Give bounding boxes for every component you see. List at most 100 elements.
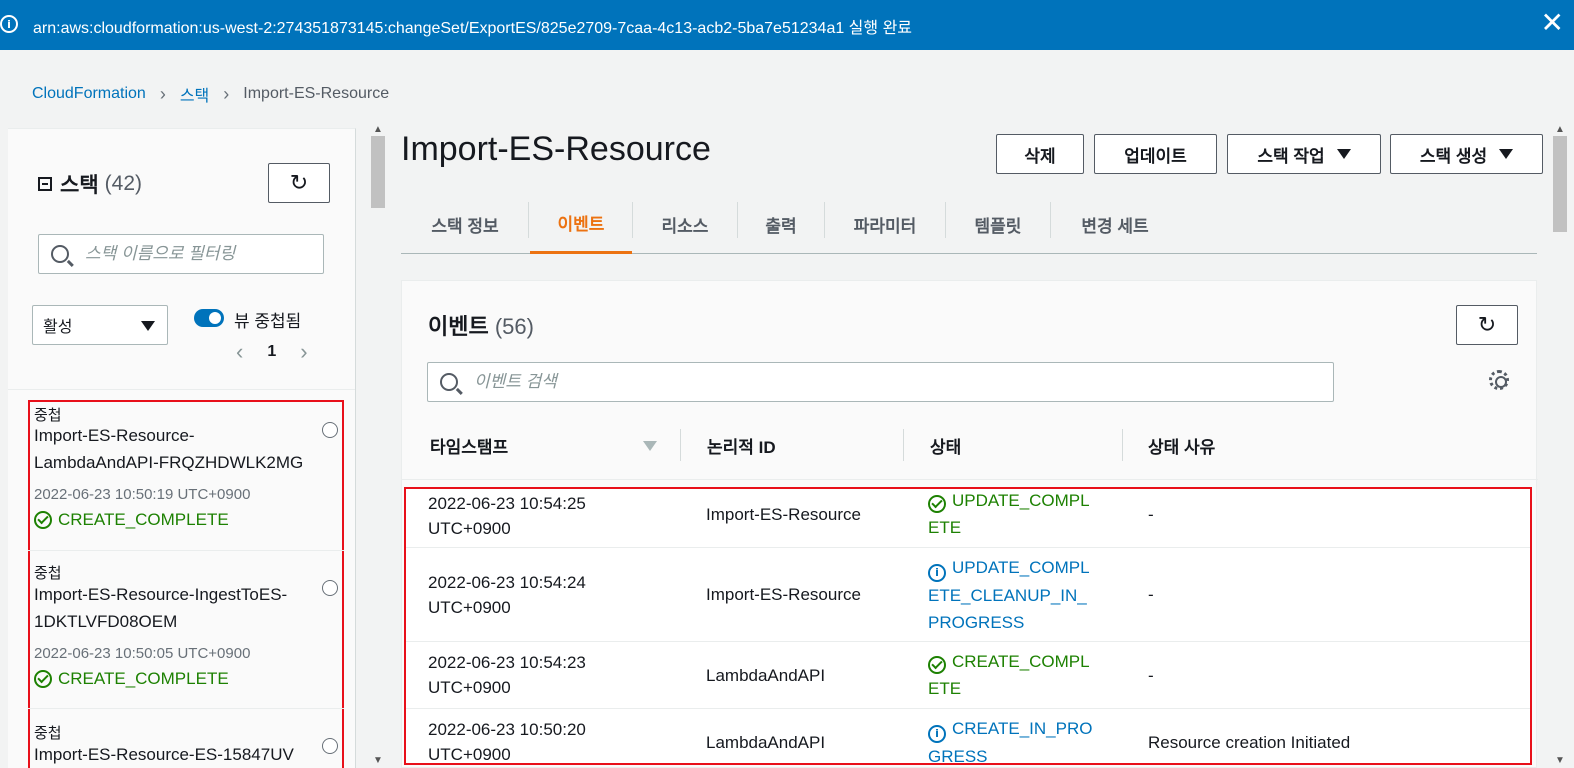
event-reason: - — [1148, 585, 1154, 604]
close-icon[interactable]: ✕ — [1541, 8, 1564, 38]
column-status-reason[interactable]: 상태 사유 — [1148, 433, 1215, 458]
event-reason: - — [1148, 666, 1154, 685]
tab-parameters[interactable]: 파라미터 — [825, 194, 945, 254]
divider — [28, 708, 344, 709]
tab-outputs[interactable]: 출력 — [738, 194, 824, 254]
stacks-title: 스택 — [60, 174, 99, 197]
delete-label: 삭제 — [1024, 146, 1056, 166]
page-scrollbar[interactable]: ▲ ▼ — [1552, 124, 1568, 768]
event-status: i UPDATE_COMPLETE_CLEANUP_IN_PROGRESS — [928, 554, 1098, 636]
breadcrumb-current: Import-ES-Resource — [243, 85, 390, 102]
breadcrumb-stacks[interactable]: 스택 — [180, 82, 209, 106]
event-timestamp: 2022-06-23 10:54:24 UTC+0900 — [428, 573, 586, 617]
event-logical-id: LambdaAndAPI — [706, 733, 826, 752]
breadcrumb: CloudFormation › 스택 › Import-ES-Resource — [32, 82, 389, 106]
flash-message: arn:aws:cloudformation:us-west-2:2743518… — [33, 20, 913, 37]
column-status[interactable]: 상태 — [930, 433, 961, 458]
divider — [1122, 429, 1123, 461]
events-panel: 이벤트 (56) ↻ 타임스탬프 논리적 ID 상태 상태 사유 2022-06… — [401, 280, 1538, 768]
events-title-text: 이벤트 — [428, 314, 489, 339]
stack-radio[interactable] — [322, 422, 338, 438]
breadcrumb-cloudformation[interactable]: CloudFormation — [32, 85, 146, 103]
caret-down-icon — [141, 321, 155, 331]
stack-item[interactable]: 중첩 Import-ES-Resource-LambdaAndAPI-FRQZH… — [28, 402, 344, 552]
tab-events[interactable]: 이벤트 — [530, 194, 632, 254]
stack-time: 2022-06-23 10:50:19 UTC+0900 — [34, 486, 251, 503]
event-logical-id: Import-ES-Resource — [706, 585, 861, 604]
stack-name[interactable]: Import-ES-Resource-IngestToES-1DKTLVFD08… — [34, 581, 304, 635]
table-row[interactable]: 2022-06-23 10:54:23 UTC+0900 LambdaAndAP… — [406, 642, 1530, 709]
stack-status-text: CREATE_COMPLETE — [58, 510, 229, 529]
scroll-up-icon[interactable]: ▲ — [373, 124, 383, 135]
search-icon — [440, 373, 458, 391]
stack-filter-input[interactable] — [85, 244, 313, 264]
event-status-text: CREATE_COMPLETE — [928, 652, 1090, 698]
refresh-icon: ↻ — [1477, 312, 1497, 337]
column-timestamp[interactable]: 타임스탬프 — [430, 433, 508, 458]
divider — [8, 389, 355, 390]
info-icon: i — [928, 563, 946, 582]
refresh-icon: ↻ — [289, 170, 309, 195]
scrollbar-thumb[interactable] — [371, 136, 385, 208]
update-button[interactable]: 업데이트 — [1094, 134, 1217, 174]
stack-actions-label: 스택 작업 — [1257, 146, 1325, 166]
scroll-down-icon[interactable]: ▼ — [1555, 755, 1565, 766]
stack-item[interactable]: 중첩 Import-ES-Resource-ES-15847UV — [30, 712, 342, 768]
divider — [903, 429, 904, 461]
sort-caret-icon[interactable] — [643, 441, 657, 451]
table-row[interactable]: 2022-06-23 10:54:25 UTC+0900 Import-ES-R… — [406, 489, 1530, 548]
create-stack-button[interactable]: 스택 생성 — [1390, 134, 1543, 174]
event-timestamp: 2022-06-23 10:54:23 UTC+0900 — [428, 653, 586, 697]
stack-name[interactable]: Import-ES-Resource-ES-15847UV — [34, 741, 304, 768]
nested-tag: 중첩 — [34, 725, 62, 742]
events-search — [427, 362, 1334, 402]
gear-icon[interactable] — [1489, 370, 1509, 390]
divider — [528, 202, 529, 238]
tab-resources[interactable]: 리소스 — [633, 194, 737, 254]
stacks-count: (42) — [104, 172, 142, 195]
event-status-text: UPDATE_COMPLETE — [928, 491, 1090, 537]
stack-item[interactable]: 중첩 Import-ES-Resource-IngestToES-1DKTLVF… — [28, 552, 344, 712]
stack-radio[interactable] — [322, 580, 338, 596]
stack-actions-button[interactable]: 스택 작업 — [1227, 134, 1381, 174]
scroll-down-icon[interactable]: ▼ — [373, 755, 383, 766]
stack-status: CREATE_COMPLETE — [34, 669, 229, 689]
page-number[interactable]: 1 — [267, 343, 276, 361]
event-timestamp: 2022-06-23 10:54:25 UTC+0900 — [428, 494, 586, 538]
event-logical-id: LambdaAndAPI — [706, 666, 826, 685]
event-status: UPDATE_COMPLETE — [928, 489, 1098, 541]
caret-down-icon — [1499, 149, 1514, 159]
pagination: ‹ 1 › — [236, 339, 308, 365]
stack-time: 2022-06-23 10:50:05 UTC+0900 — [34, 645, 251, 662]
stack-radio[interactable] — [322, 738, 338, 754]
status-filter-select[interactable]: 활성 — [32, 305, 168, 345]
search-icon — [51, 245, 69, 263]
scrollbar-thumb[interactable] — [1553, 136, 1567, 232]
nested-view-toggle[interactable] — [194, 309, 224, 327]
chevron-right-icon: › — [159, 83, 166, 104]
tab-stack-info[interactable]: 스택 정보 — [401, 194, 529, 254]
column-logical-id[interactable]: 논리적 ID — [707, 433, 776, 458]
chevron-left-icon[interactable]: ‹ — [236, 339, 243, 365]
event-reason: Resource creation Initiated — [1148, 733, 1351, 752]
collapse-icon[interactable] — [38, 177, 52, 191]
tab-template[interactable]: 템플릿 — [946, 194, 1050, 254]
table-row[interactable]: 2022-06-23 10:50:20 UTC+0900 LambdaAndAP… — [406, 709, 1530, 763]
delete-button[interactable]: 삭제 — [996, 134, 1084, 174]
chevron-right-icon[interactable]: › — [300, 339, 307, 365]
events-refresh-button[interactable]: ↻ — [1456, 305, 1518, 345]
info-icon: i — [928, 724, 946, 743]
divider — [28, 550, 344, 551]
stack-name[interactable]: Import-ES-Resource-LambdaAndAPI-FRQZHDWL… — [34, 422, 304, 476]
events-count: (56) — [494, 314, 534, 339]
flash-banner: i arn:aws:cloudformation:us-west-2:27435… — [0, 0, 1574, 50]
panel-scrollbar[interactable]: ▲ ▼ — [370, 124, 386, 768]
check-circle-icon — [928, 656, 946, 674]
caret-down-icon — [1336, 149, 1351, 159]
tab-change-sets[interactable]: 변경 세트 — [1051, 194, 1179, 254]
stacks-refresh-button[interactable]: ↻ — [268, 163, 330, 203]
stack-status-text: CREATE_COMPLETE — [58, 669, 229, 688]
events-search-input[interactable] — [474, 372, 1198, 392]
table-row[interactable]: 2022-06-23 10:54:24 UTC+0900 Import-ES-R… — [406, 548, 1530, 642]
scroll-up-icon[interactable]: ▲ — [1555, 124, 1565, 135]
